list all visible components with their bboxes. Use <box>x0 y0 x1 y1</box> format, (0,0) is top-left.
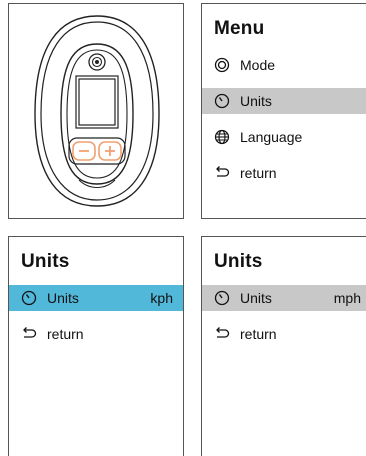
units-value: kph <box>150 290 173 306</box>
units-row-label: Units <box>47 290 79 306</box>
menu-item-label: Units <box>240 93 272 109</box>
return-label: return <box>240 326 277 342</box>
units-row[interactable]: Units kph <box>9 285 183 311</box>
globe-icon <box>214 129 230 145</box>
mode-icon <box>214 57 230 73</box>
return-arrow-icon <box>21 326 37 342</box>
units-row-label: Units <box>240 290 272 306</box>
units-row[interactable]: Units mph <box>202 285 366 311</box>
gauge-icon <box>214 290 230 306</box>
gauge-icon <box>214 93 230 109</box>
menu-screen: Menu Mode Units Language return <box>201 3 366 219</box>
units-title: Units <box>21 251 70 272</box>
menu-title: Menu <box>214 18 265 39</box>
menu-item-language[interactable]: Language <box>202 124 366 150</box>
menu-item-label: return <box>240 165 277 181</box>
menu-item-label: Mode <box>240 57 276 73</box>
gauge-icon <box>21 290 37 306</box>
menu-item-mode[interactable]: Mode <box>202 52 366 78</box>
units-kph-screen: Units Units kph return <box>8 236 184 456</box>
units-title: Units <box>214 251 263 272</box>
remote-control-illustration <box>34 15 160 207</box>
return-arrow-icon <box>214 165 230 181</box>
menu-item-return[interactable]: return <box>202 160 366 186</box>
return-label: return <box>47 326 84 342</box>
menu-item-units[interactable]: Units <box>202 88 366 114</box>
units-value: mph <box>333 290 361 306</box>
return-item[interactable]: return <box>9 321 183 347</box>
return-arrow-icon <box>214 326 230 342</box>
return-item[interactable]: return <box>202 321 366 347</box>
units-mph-screen: Units Units mph return <box>201 236 366 456</box>
menu-item-label: Language <box>240 129 303 145</box>
device-illustration-panel <box>8 3 184 219</box>
